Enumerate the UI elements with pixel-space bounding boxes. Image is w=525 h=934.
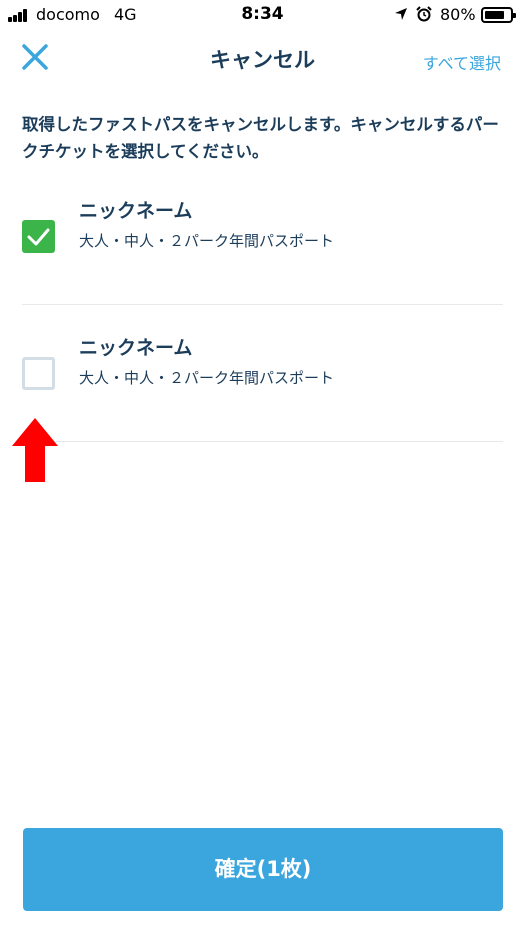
ticket-checkbox-checked[interactable] — [22, 220, 55, 253]
battery-icon — [481, 7, 516, 23]
red-up-arrow-icon — [12, 418, 58, 482]
checkmark-icon — [27, 228, 50, 246]
instruction-text: 取得したファストパスをキャンセルします。キャンセルするパークチケットを選択してく… — [22, 115, 499, 161]
ticket-type: 大人・中人・２パーク年間パスポート — [79, 369, 335, 387]
ticket-nickname: ニックネーム — [79, 337, 193, 359]
status-bar: docomo 4G 8:34 80% — [0, 0, 525, 30]
ticket-nickname: ニックネーム — [79, 200, 193, 222]
ticket-row[interactable]: ニックネーム 大人・中人・２パーク年間パスポート — [22, 305, 503, 442]
alarm-icon — [416, 6, 432, 22]
ticket-type: 大人・中人・２パーク年間パスポート — [79, 232, 335, 250]
battery-fill — [485, 11, 505, 19]
battery-percent: 80% — [440, 5, 476, 24]
location-arrow-icon — [395, 8, 407, 20]
select-all-button[interactable]: すべて選択 — [423, 50, 501, 74]
confirm-button[interactable]: 確定(1枚) — [23, 828, 503, 911]
ticket-row[interactable]: ニックネーム 大人・中人・２パーク年間パスポート — [22, 168, 503, 305]
ticket-checkbox-unchecked[interactable] — [22, 357, 55, 390]
